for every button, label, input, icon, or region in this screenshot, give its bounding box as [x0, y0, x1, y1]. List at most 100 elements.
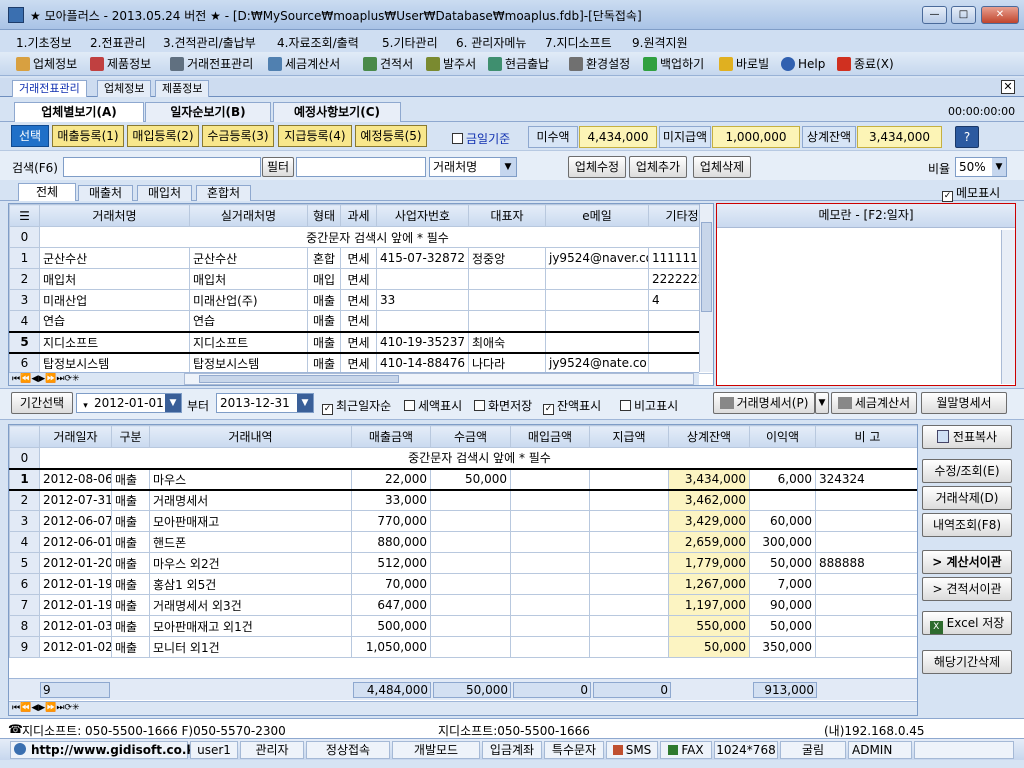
tnav-cancel-icon[interactable]: ✳ [72, 703, 80, 713]
trans-payment[interactable] [589, 573, 669, 595]
menu-estimate[interactable]: 3.견적관리/출납부 [163, 34, 256, 51]
trans-kind[interactable]: 매출 [111, 573, 150, 595]
menu-gidisoft[interactable]: 7.지디소프트 [545, 34, 612, 51]
col-name[interactable]: 거래처명 [39, 204, 190, 227]
trans-balance[interactable]: 3,429,000 [668, 510, 750, 532]
trans-purchase[interactable] [510, 467, 590, 491]
trans-note[interactable] [815, 510, 917, 532]
trans-receipt[interactable] [430, 615, 511, 637]
col-sales[interactable]: 매출금액 [351, 425, 431, 448]
cust-type[interactable]: 매출 [307, 289, 341, 311]
trans-payment[interactable] [589, 636, 669, 658]
status-special-char[interactable]: 특수문자 [544, 741, 604, 759]
opt-tax[interactable]: 세액표시 [404, 397, 462, 414]
cust-type[interactable]: 매출 [307, 352, 341, 374]
menu-etc[interactable]: 5.기타관리 [382, 34, 438, 51]
trans-sales[interactable]: 33,000 [351, 489, 431, 511]
col-tax[interactable]: 과세 [340, 204, 377, 227]
trans-purchase[interactable] [510, 489, 590, 511]
hscroll-thumb[interactable] [199, 375, 399, 383]
trans-sales[interactable]: 512,000 [351, 552, 431, 574]
col-detail[interactable]: 거래내역 [149, 425, 352, 448]
trans-sales[interactable]: 500,000 [351, 615, 431, 637]
trans-note[interactable] [815, 573, 917, 595]
cust-tax[interactable]: 면세 [340, 352, 377, 374]
date-from-input[interactable]: ▾ 2012-01-01 ▼ [76, 393, 182, 413]
customer-row[interactable]: 1 군산수산 군산수산 혼합 면세 415-07-32872 정중앙 jy9524@naver… [9, 247, 713, 269]
cust-ceo[interactable]: 최애숙 [468, 330, 546, 354]
nav-last-icon[interactable]: ⏭ [56, 374, 64, 384]
trans-date[interactable]: 2012-07-31 [39, 489, 112, 511]
cust-realname[interactable]: 탑정보시스템 [189, 352, 308, 374]
trans-date[interactable]: 2012-06-07 [39, 510, 112, 532]
nav-refresh-icon[interactable]: ⟳ [65, 374, 73, 384]
delete-company-button[interactable]: 업체삭제 [693, 156, 751, 178]
cust-email[interactable] [545, 268, 649, 290]
trans-note[interactable]: 888888 [815, 552, 917, 574]
trans-date[interactable]: 2012-01-20 [39, 552, 112, 574]
trans-detail[interactable]: 홍삼1 외5건 [149, 573, 352, 595]
customer-vscroll[interactable] [699, 204, 713, 372]
transaction-row[interactable]: 4 2012-06-01 매출 핸드폰 880,000 2,659,000 300,000 [9, 531, 917, 553]
transaction-row[interactable]: 9 2012-01-02 매출 모니터 외1건 1,050,000 50,000 350,0… [9, 636, 917, 658]
cust-email[interactable] [545, 289, 649, 311]
trans-sales[interactable]: 22,000 [351, 467, 431, 491]
cust-name[interactable]: 연습 [39, 310, 190, 332]
tab-by-company[interactable]: 업체별보기(A) [14, 102, 144, 122]
menu-admin[interactable]: 6. 관리자메뉴 [456, 34, 526, 51]
trans-date[interactable]: 2012-01-19 [39, 573, 112, 595]
cust-realname[interactable]: 지디소프트 [189, 330, 308, 354]
tab-trade[interactable]: 거래전표관리 [12, 80, 87, 97]
col-profit[interactable]: 이익액 [749, 425, 816, 448]
col-balance[interactable]: 상계잔액 [668, 425, 750, 448]
transaction-row[interactable]: 3 2012-06-07 매출 모아판매재고 770,000 3,429,000 60,00… [9, 510, 917, 532]
cust-bizno[interactable] [376, 310, 469, 332]
opt-recent[interactable]: ✓ 최근일자순 [322, 397, 391, 415]
trans-detail[interactable]: 거래명세서 [149, 489, 352, 511]
filter-button[interactable]: 필터 [262, 157, 294, 177]
trans-sales[interactable]: 1,050,000 [351, 636, 431, 658]
to-invoice-button[interactable]: > 계산서이관 [922, 550, 1012, 574]
trans-profit[interactable]: 7,000 [749, 573, 816, 595]
close-tab-icon[interactable]: ✕ [1001, 80, 1015, 94]
cust-name[interactable]: 지디소프트 [39, 330, 190, 354]
memo-vscroll[interactable] [1001, 230, 1015, 384]
col-kind[interactable]: 구분 [111, 425, 150, 448]
trans-date[interactable]: 2012-01-03 [39, 615, 112, 637]
cust-email[interactable]: jy9524@nate.co [545, 352, 649, 374]
edit-view-button[interactable]: 수정/조회(E) [922, 459, 1012, 483]
field-select[interactable]: 거래처명 ▼ [429, 157, 517, 177]
customer-row[interactable]: 2 매입처 매입처 매입 면세 22222222 [9, 268, 713, 290]
trans-date[interactable]: 2012-08-06 [39, 467, 112, 491]
tnav-refresh-icon[interactable]: ⟳ [65, 703, 73, 713]
cust-realname[interactable]: 미래산업(주) [189, 289, 308, 311]
date-to-input[interactable]: 2013-12-31 ▼ [216, 393, 314, 413]
trans-balance[interactable]: 1,779,000 [668, 552, 750, 574]
filter-input[interactable] [296, 157, 426, 177]
customer-row[interactable]: 5 지디소프트 지디소프트 매출 면세 410-19-35237 최애숙 [9, 330, 713, 354]
trans-profit[interactable] [749, 489, 816, 511]
trans-note[interactable] [815, 489, 917, 511]
payment-register-button[interactable]: 지급등록(4) [278, 125, 352, 147]
select-button[interactable]: 선택 [11, 125, 49, 147]
trans-payment[interactable] [589, 615, 669, 637]
cust-realname[interactable]: 매입처 [189, 268, 308, 290]
vscroll-thumb[interactable] [701, 222, 712, 312]
nav-cancel-icon[interactable]: ✳ [72, 374, 80, 384]
trans-sales[interactable]: 770,000 [351, 510, 431, 532]
cust-bizno[interactable]: 33 [376, 289, 469, 311]
trans-kind[interactable]: 매출 [111, 467, 150, 491]
trans-payment[interactable] [589, 552, 669, 574]
tax-invoice-button[interactable]: 세금계산서 [831, 392, 917, 414]
trans-detail[interactable]: 핸드폰 [149, 531, 352, 553]
delete-trade-button[interactable]: 거래삭제(D) [922, 486, 1012, 510]
cust-type[interactable]: 혼합 [307, 247, 341, 269]
trans-detail[interactable]: 모니터 외1건 [149, 636, 352, 658]
trans-receipt[interactable] [430, 531, 511, 553]
delete-period-button[interactable]: 해당기간삭제 [922, 650, 1012, 674]
toolbar-company[interactable]: 업체정보 [16, 56, 77, 72]
transaction-row[interactable]: 8 2012-01-03 매출 모아판매재고 외1건 500,000 550,000 50,… [9, 615, 917, 637]
schedule-register-button[interactable]: 예정등록(5) [355, 125, 427, 147]
cust-ceo[interactable] [468, 289, 546, 311]
trans-detail[interactable]: 마우스 [149, 467, 352, 491]
